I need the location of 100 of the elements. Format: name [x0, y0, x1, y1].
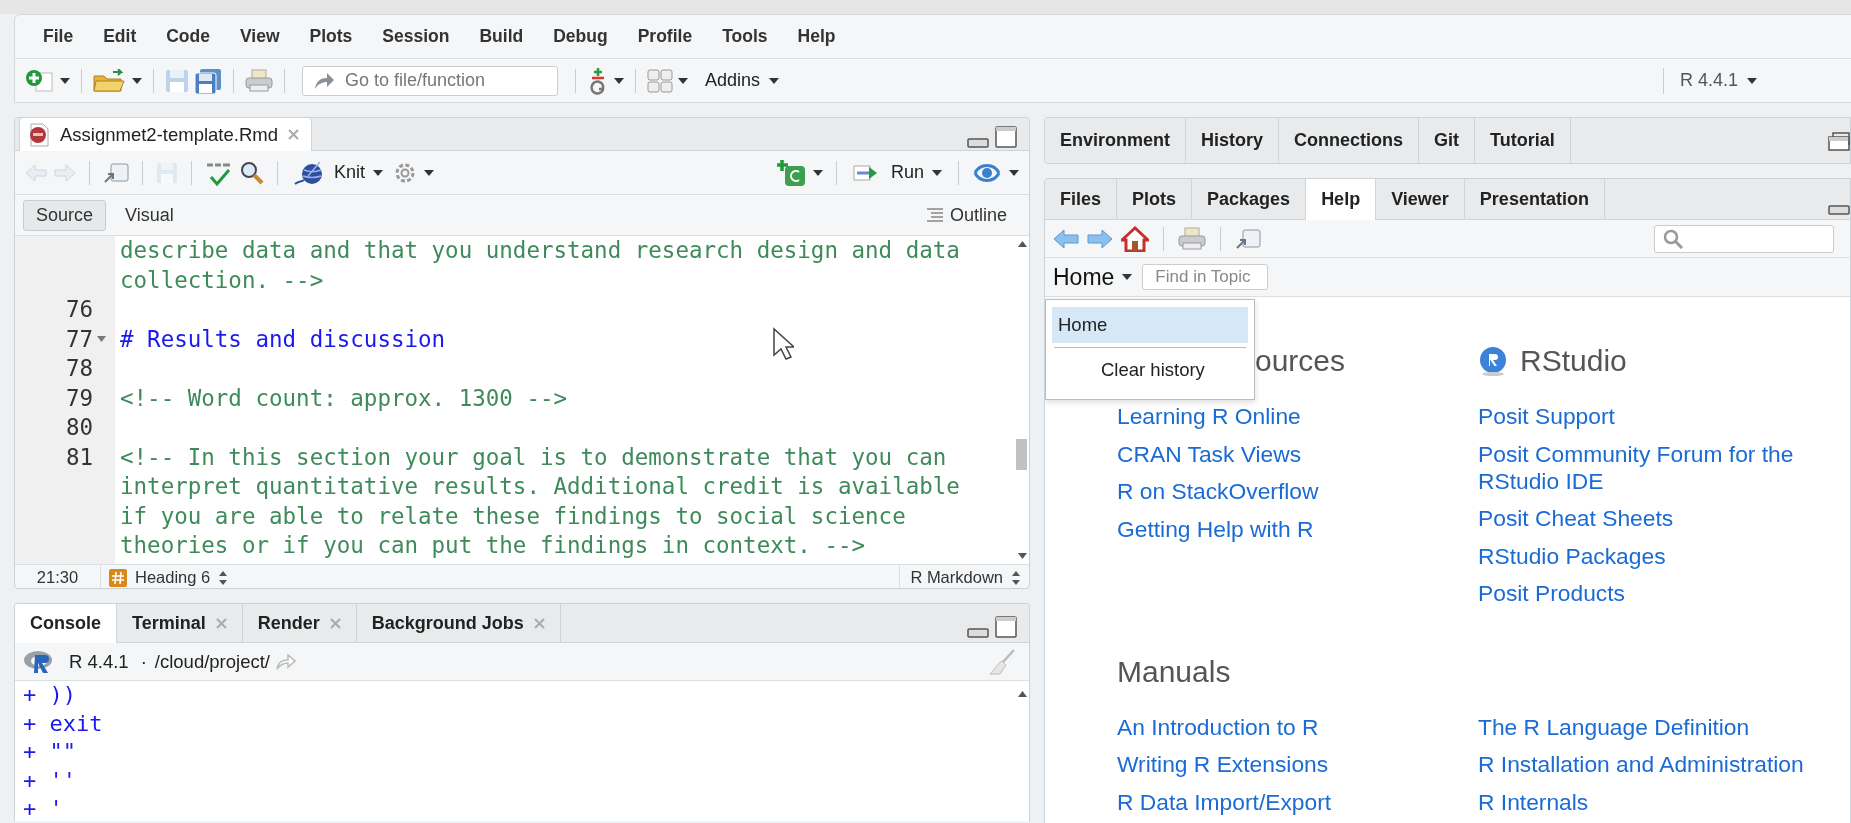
rmd-file-icon [28, 122, 50, 147]
caret-icon[interactable] [60, 77, 70, 84]
menu-item[interactable]: Tools [707, 26, 783, 47]
find-in-topic-field[interactable]: Find in Topic [1142, 264, 1269, 290]
caret-icon[interactable] [1009, 169, 1019, 176]
menu-item[interactable]: Home [1052, 307, 1248, 343]
help-link[interactable]: CRAN Task Views [1117, 440, 1478, 468]
minimize-icon[interactable] [967, 136, 989, 148]
line-number: 78 [65, 354, 93, 383]
line-number: 76 [65, 295, 93, 324]
caret-icon[interactable] [769, 77, 780, 84]
arrow-icon [314, 71, 334, 90]
caret-icon[interactable] [424, 169, 435, 176]
help-link[interactable]: R Internals [1478, 789, 1838, 817]
updown-icon[interactable] [1011, 570, 1021, 585]
caret-icon[interactable] [1747, 77, 1757, 84]
tab[interactable]: Console [15, 604, 117, 643]
help-link[interactable]: R Installation and Administration [1478, 751, 1838, 779]
help-link[interactable]: R on StackOverflow [1117, 478, 1478, 505]
scroll-up-icon[interactable] [1017, 241, 1027, 247]
menu-item[interactable]: Help [782, 26, 851, 47]
help-link[interactable]: Posit Support [1478, 403, 1838, 430]
knit-button[interactable]: Knit [291, 159, 387, 186]
pane-layout-icon[interactable] [647, 68, 673, 93]
caret-icon[interactable] [373, 169, 384, 176]
help-link[interactable]: R Data Import/Export [1117, 789, 1478, 817]
r-logo-icon [1478, 346, 1508, 376]
menu-item[interactable]: View [224, 26, 295, 47]
tab[interactable]: Assignmet2-template.Rmd [19, 118, 312, 151]
help-link[interactable]: RStudio Packages [1478, 542, 1838, 570]
caret-icon[interactable] [1122, 274, 1133, 280]
maximize-icon[interactable] [995, 616, 1017, 638]
help-link[interactable]: Getting Help with R [1117, 515, 1478, 543]
help-link[interactable]: Learning R Online [1117, 403, 1478, 430]
search-icon [1663, 228, 1683, 249]
menu-item[interactable]: Clear history [1052, 352, 1248, 388]
tab[interactable]: Help [1306, 179, 1377, 220]
help-link[interactable]: Writing R Extensions [1117, 751, 1478, 779]
printer-icon[interactable] [245, 68, 273, 93]
line-number: 77 [65, 324, 93, 354]
menu-item[interactable]: Plots [294, 26, 368, 47]
caret-icon[interactable] [812, 169, 823, 176]
minimize-icon[interactable] [1828, 203, 1850, 215]
menu-item[interactable]: Build [464, 26, 539, 47]
menu-item[interactable]: Edit [88, 26, 152, 47]
scroll-up-icon[interactable] [1017, 691, 1027, 697]
section-selector[interactable]: Heading 6 [101, 565, 229, 588]
outline-button[interactable]: Outline [925, 204, 1021, 226]
caret-icon[interactable] [678, 77, 688, 84]
popout-icon[interactable] [1235, 227, 1261, 250]
fold-icon[interactable] [96, 336, 106, 343]
file-type-selector[interactable]: R Markdown [899, 565, 1029, 588]
topic-dropdown[interactable]: Home [1053, 263, 1133, 291]
section-heading: Manuals [1117, 654, 1231, 689]
heading-line: # Results and discussion [120, 324, 446, 354]
r-version-button[interactable]: R 4.4.1 [1662, 67, 1761, 94]
open-folder-icon[interactable] [93, 68, 127, 93]
scrollbar-thumb[interactable] [1016, 439, 1027, 470]
menu-item[interactable]: Debug [538, 26, 623, 47]
restore-icon[interactable] [1828, 130, 1850, 151]
go-to-field[interactable]: Go to file/function [302, 65, 558, 96]
help-link[interactable]: Posit Cheat Sheets [1478, 505, 1838, 532]
console-line: + exit [23, 709, 104, 738]
line-number: 81 [65, 442, 93, 472]
save-all-icon[interactable] [194, 67, 222, 94]
menu-item[interactable]: Code [151, 26, 225, 47]
menu-item[interactable]: File [28, 26, 89, 47]
menu-item[interactable]: Session [367, 26, 465, 47]
back-icon[interactable] [1053, 228, 1079, 249]
new-file-icon[interactable] [25, 68, 55, 93]
minimize-icon[interactable] [967, 626, 989, 638]
help-link[interactable]: The R Language Definition [1478, 713, 1838, 741]
mode-tab[interactable]: Visual [112, 199, 187, 231]
scroll-down-icon[interactable] [1017, 553, 1027, 559]
console-line: + '' [23, 766, 77, 795]
help-search-field[interactable] [1654, 224, 1834, 253]
help-link[interactable]: An Introduction to R [1117, 713, 1478, 741]
run-button[interactable]: Run [849, 162, 945, 183]
section-heading: ources [1255, 344, 1346, 378]
mode-tab[interactable]: Source [23, 199, 107, 231]
caret-icon[interactable] [132, 77, 142, 84]
outline-icon [925, 207, 944, 223]
printer-icon[interactable] [1178, 226, 1206, 251]
insert-chunk-icon[interactable] [775, 158, 806, 187]
menu-item[interactable]: Profile [622, 26, 708, 47]
help-link[interactable]: Posit Community Forum for the RStudio IDE [1478, 440, 1838, 495]
search-icon[interactable] [240, 160, 264, 185]
help-link[interactable]: Posit Products [1478, 580, 1838, 607]
close-icon[interactable] [288, 129, 299, 140]
maximize-icon[interactable] [995, 126, 1017, 148]
addins-button[interactable]: Addins [701, 70, 784, 91]
caret-icon[interactable] [932, 169, 942, 176]
caret-icon[interactable] [614, 77, 624, 84]
home-icon[interactable] [1121, 225, 1149, 252]
forward-icon[interactable] [1087, 228, 1113, 249]
updown-icon[interactable] [218, 570, 229, 585]
line-number: 79 [65, 383, 93, 413]
console-line: + "" [23, 738, 77, 766]
separator-dot: · [140, 650, 147, 673]
popout-icon[interactable] [103, 161, 129, 184]
